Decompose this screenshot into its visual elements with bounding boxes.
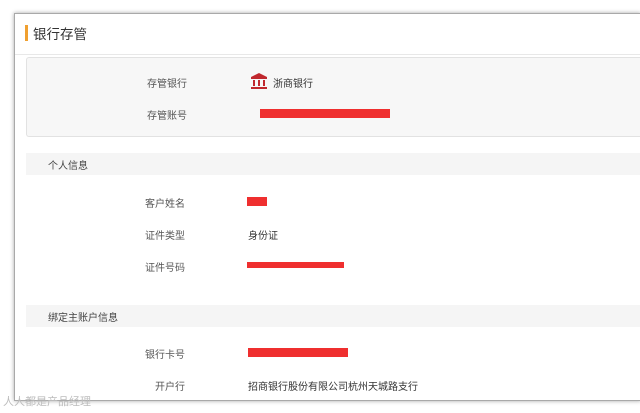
bank-card-redacted	[248, 348, 348, 357]
id-type-label: 证件类型	[145, 231, 185, 242]
branch-label: 开户行	[155, 382, 185, 393]
depository-bank-label: 存管银行	[147, 79, 187, 90]
customer-name-redacted	[247, 197, 267, 206]
branch-value: 招商银行股份有限公司杭州天城路支行	[248, 382, 418, 393]
bound-account-section-header: 绑定主账户信息	[26, 305, 640, 327]
watermark: 人人都是产品经理	[3, 395, 91, 408]
id-number-redacted	[247, 262, 344, 268]
bound-account-section-title: 绑定主账户信息	[48, 313, 118, 324]
depository-info-box: 存管银行 浙商银行 存管账号	[26, 57, 640, 137]
title-accent-bar	[25, 25, 28, 41]
personal-info-section-header: 个人信息	[26, 153, 640, 175]
page-title: 银行存管	[33, 27, 87, 43]
bank-card-label: 银行卡号	[145, 350, 185, 361]
header-divider	[15, 54, 640, 55]
id-type-value: 身份证	[248, 231, 278, 242]
personal-info-section-title: 个人信息	[48, 161, 88, 172]
depository-account-redacted	[260, 109, 390, 118]
bank-depository-panel: 银行存管 存管银行 浙商银行 存管账号 个人信息 客户姓名 证件类型 身份证 证…	[14, 13, 640, 401]
customer-name-label: 客户姓名	[145, 199, 185, 210]
depository-bank-name: 浙商银行	[273, 79, 313, 90]
id-number-label: 证件号码	[145, 263, 185, 274]
bank-building-icon	[251, 73, 267, 89]
depository-account-label: 存管账号	[147, 111, 187, 122]
